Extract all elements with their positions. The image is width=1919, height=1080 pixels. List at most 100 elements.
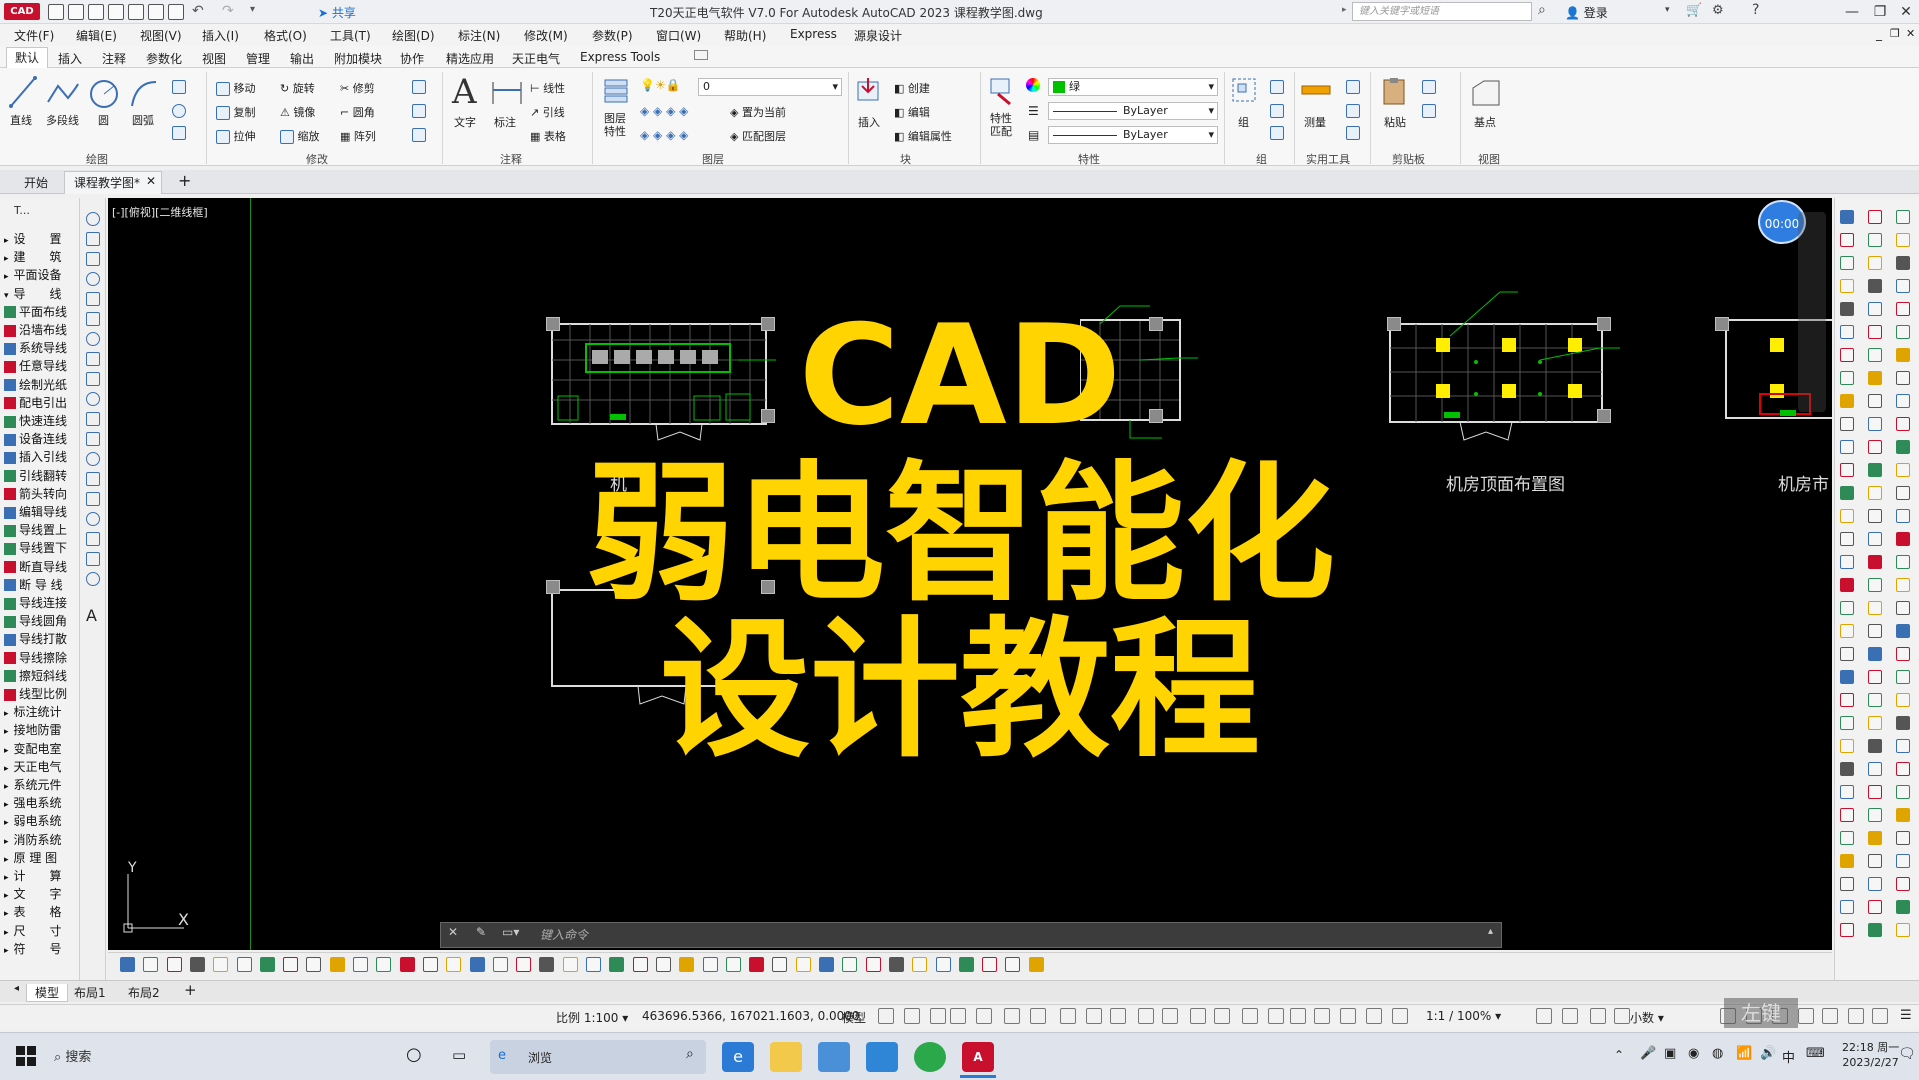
status-toggle-icon[interactable] [930, 1008, 946, 1024]
status-toggle-icon[interactable] [976, 1008, 992, 1024]
match-layer-button[interactable]: ◈ 匹配图层 [730, 128, 786, 144]
cmd-close-icon[interactable]: ✕ [448, 925, 458, 939]
mail-icon[interactable] [866, 1042, 898, 1072]
toolbar-icon[interactable] [1896, 831, 1910, 845]
palette-item[interactable]: 设备连线 [4, 430, 78, 448]
properties-panel-title[interactable]: 特性 [1078, 151, 1100, 167]
toolbar-icon[interactable] [1896, 624, 1910, 638]
qa-customize-icon[interactable]: ▾ [250, 4, 255, 15]
tab-featured-apps[interactable]: 精选应用 [446, 50, 494, 67]
draw-toolbar-icon[interactable] [86, 492, 100, 506]
annotation-panel-title[interactable]: 注释 [500, 151, 522, 167]
toolbar-icon[interactable] [1896, 256, 1910, 270]
base-view-label[interactable]: 基点 [1474, 114, 1496, 130]
group-icon[interactable] [1230, 76, 1258, 106]
layer-tools-row1-icons[interactable]: ◈ ◈ ◈ ◈ [640, 104, 688, 118]
toolbar-icon[interactable] [1868, 808, 1882, 822]
tangent-toolbar-icon[interactable] [958, 957, 974, 972]
grip-point[interactable] [1597, 409, 1611, 423]
palette-item[interactable]: ▸ 设 置 [4, 230, 78, 248]
palette-item[interactable]: ▸ 原 理 图 [4, 849, 78, 867]
toolbar-icon[interactable] [1896, 601, 1910, 615]
group-select-icon[interactable] [1270, 126, 1284, 140]
layer-dropdown[interactable]: 0 ▾ [698, 78, 842, 96]
line-tool-icon[interactable] [8, 74, 38, 110]
toolbar-icon[interactable] [1896, 785, 1910, 799]
polyline-tool-label[interactable]: 多段线 [46, 112, 79, 128]
tangent-toolbar-icon[interactable] [353, 957, 368, 972]
save-web-icon[interactable] [148, 4, 164, 20]
autocad-icon[interactable]: A [962, 1042, 994, 1072]
paste-icon[interactable] [1380, 76, 1410, 108]
table-button[interactable]: ▦ 表格 [530, 128, 566, 144]
status-toggle-icon[interactable] [1392, 1008, 1408, 1024]
draw-toolbar-icon[interactable] [86, 332, 100, 346]
toolbar-icon[interactable] [1868, 325, 1882, 339]
id-point-icon[interactable] [1346, 104, 1360, 118]
tangent-toolbar-icon[interactable] [283, 957, 299, 972]
menu-yuanquan[interactable]: 源泉设计 [854, 27, 902, 44]
draw-toolbar-icon[interactable] [86, 472, 100, 486]
toolbar-icon[interactable] [1896, 808, 1910, 822]
toolbar-icon[interactable] [1840, 486, 1854, 500]
layers-panel-title[interactable]: 图层 [702, 151, 724, 167]
toolbar-icon[interactable] [1840, 601, 1854, 615]
notification-icon[interactable]: 🗨 [1898, 1046, 1916, 1062]
measure-icon[interactable] [1300, 80, 1332, 102]
menu-file[interactable]: 文件(F) [14, 27, 54, 44]
tangent-toolbar-icon[interactable] [609, 957, 625, 972]
toolbar-icon[interactable] [1840, 877, 1854, 891]
toolbar-icon[interactable] [1840, 693, 1854, 707]
command-input[interactable]: 键入命令 [540, 926, 588, 943]
modify-panel-title[interactable]: 修改 [306, 151, 328, 167]
tab-layout2[interactable]: 布局2 [128, 984, 160, 1001]
toolbar-icon[interactable] [1896, 877, 1910, 891]
status-toggle-icon[interactable] [878, 1008, 894, 1024]
toolbar-icon[interactable] [1868, 716, 1882, 730]
boundary-icon[interactable] [172, 126, 186, 140]
view-panel-title[interactable]: 视图 [1478, 151, 1500, 167]
toolbar-icon[interactable] [1896, 302, 1910, 316]
tangent-toolbar-icon[interactable] [865, 957, 881, 972]
toolbar-icon[interactable] [1896, 578, 1910, 592]
status-toggle-icon[interactable] [1004, 1008, 1020, 1024]
units-selector[interactable]: 小数 ▾ [1630, 1009, 1664, 1026]
toolbar-icon[interactable] [1868, 900, 1882, 914]
toolbar-icon[interactable] [1868, 877, 1882, 891]
palette-item[interactable]: ▸ 标注统计 [4, 703, 78, 721]
linear-dim-button[interactable]: ⊢ 线性 [530, 80, 565, 96]
status-toggle-icon[interactable] [1848, 1008, 1864, 1024]
toolbar-icon[interactable] [1868, 831, 1882, 845]
connect-icon[interactable]: ⚙ [1712, 3, 1724, 18]
layer-properties-label[interactable]: 图层 特性 [604, 112, 626, 138]
toolbar-icon[interactable] [1868, 486, 1882, 500]
grip-point[interactable] [546, 580, 560, 594]
toolbar-icon[interactable] [1840, 785, 1854, 799]
hatch-icon[interactable] [172, 104, 186, 118]
palette-item[interactable]: 平面布线 [4, 303, 78, 321]
tab-output[interactable]: 输出 [290, 50, 314, 67]
keyboard-icon[interactable]: ⌨ [1806, 1046, 1825, 1061]
model-space-button[interactable]: 模型 [842, 1009, 866, 1026]
quick-select-icon[interactable] [1346, 126, 1360, 140]
status-toggle-icon[interactable] [1268, 1008, 1284, 1024]
toolbar-icon[interactable] [1868, 532, 1882, 546]
stretch-button[interactable]: 拉伸 [216, 128, 256, 144]
tab-model[interactable]: 模型 [26, 984, 69, 1002]
tangent-toolbar-icon[interactable] [189, 957, 205, 972]
toolbar-icon[interactable] [1868, 509, 1882, 523]
palette-item[interactable]: 导线擦除 [4, 649, 78, 667]
toolbar-icon[interactable] [1868, 762, 1882, 776]
toolbar-icon[interactable] [1840, 647, 1854, 661]
palette-item[interactable]: ▸ 表 格 [4, 903, 78, 921]
minimize-button[interactable]: — [1840, 2, 1864, 22]
color-dropdown[interactable]: 绿 ▾ [1048, 78, 1218, 96]
draw-toolbar-icon[interactable] [86, 352, 100, 366]
grip-point[interactable] [1597, 317, 1611, 331]
group-label[interactable]: 组 [1238, 114, 1249, 130]
palette-item[interactable]: ▸ 建 筑 [4, 248, 78, 266]
toolbar-icon[interactable] [1868, 555, 1882, 569]
toolbar-icon[interactable] [1896, 900, 1910, 914]
status-toggle-icon[interactable] [1214, 1008, 1230, 1024]
toolbar-icon[interactable] [1868, 279, 1882, 293]
